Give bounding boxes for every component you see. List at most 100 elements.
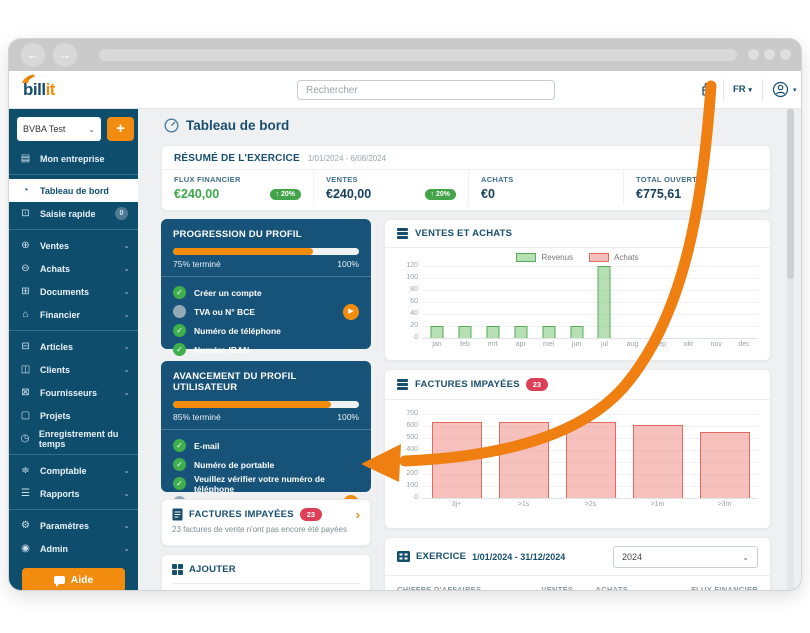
unpaid-subtitle: 23 factures de vente n'ont pas encore ét… bbox=[172, 525, 360, 534]
x-axis-tick: okt bbox=[674, 341, 702, 348]
bar->3m bbox=[700, 432, 750, 498]
sidebar-item-admin[interactable]: ◉Admin⌄ bbox=[9, 537, 138, 560]
sidebar-divider bbox=[9, 454, 138, 455]
sidebar-item-rapports[interactable]: ☰ Rapports ⌄ bbox=[9, 482, 138, 505]
sidebar-item-financier[interactable]: ⌂Financier⌄ bbox=[9, 303, 138, 326]
x-axis-tick: >1s bbox=[490, 501, 557, 508]
unpaid-invoices-card[interactable]: FACTURES IMPAYÉES 23 › 23 factures de ve… bbox=[161, 499, 371, 546]
gridline bbox=[423, 314, 758, 315]
profile-icon[interactable] bbox=[772, 81, 789, 98]
sidebar-item-projets[interactable]: ▢ Projets bbox=[9, 404, 138, 427]
sidebar-item-label: Saisie rapide bbox=[40, 209, 96, 219]
chevron-down-icon: ⌄ bbox=[88, 125, 95, 134]
add-invoice-item[interactable]: Facture › bbox=[172, 584, 360, 591]
x-axis-tick: 3j+ bbox=[423, 501, 490, 508]
exercice-table-header: CHIFFRE D'AFFAIRES VENTES ACHATS FLUX FI… bbox=[385, 576, 770, 591]
help-button[interactable]: Aide bbox=[22, 568, 125, 591]
scrollbar[interactable] bbox=[787, 109, 794, 591]
sidebar-item-comptable[interactable]: ≑Comptable⌄ bbox=[9, 459, 138, 482]
sidebar-item-ventes[interactable]: ⊕Ventes⌄ bbox=[9, 234, 138, 257]
sidebar-item-label: Projets bbox=[40, 411, 71, 421]
metric-value: €0 bbox=[481, 187, 495, 201]
chevron-down-icon: ⌄ bbox=[123, 521, 130, 530]
sidebar-item-saisie-rapide[interactable]: ⊡Saisie rapide0 bbox=[9, 202, 138, 225]
x-axis-tick: sep bbox=[646, 341, 674, 348]
bar-chart-plot: 020406080100120 bbox=[423, 266, 758, 338]
metric-achats: ACHATS€0 bbox=[468, 170, 623, 205]
check-icon: ✓ bbox=[173, 324, 186, 337]
chevron-down-icon: ⌄ bbox=[123, 388, 130, 397]
summary-title: RÉSUMÉ DE L'EXERCICE bbox=[174, 153, 300, 164]
y-axis-tick: 80 bbox=[393, 286, 418, 293]
language-selector[interactable]: FR ▾ bbox=[733, 84, 752, 95]
sidebar-divider bbox=[9, 174, 138, 175]
company-select[interactable]: BVBA Test⌄ bbox=[17, 117, 101, 141]
sidebar-item-documents[interactable]: ⊞Documents⌄ bbox=[9, 280, 138, 303]
back-button[interactable]: ← bbox=[21, 43, 45, 67]
gridline bbox=[423, 338, 758, 339]
sidebar-item-tableau-de-bord[interactable]: ◔Tableau de bord bbox=[9, 179, 138, 202]
check-icon: ✓ bbox=[173, 343, 186, 356]
forward-button[interactable]: → bbox=[53, 43, 77, 67]
sidebar-item-achats[interactable]: ⊖Achats⌄ bbox=[9, 257, 138, 280]
chat-bubble-icon bbox=[54, 576, 65, 584]
accountant-icon: ≑ bbox=[19, 465, 32, 476]
y-axis-tick: 120 bbox=[393, 262, 418, 269]
progress-percent: 75% terminé bbox=[173, 259, 221, 269]
x-axis-tick: jul bbox=[591, 341, 619, 348]
chevron-down-icon: ⌄ bbox=[123, 466, 130, 475]
bar-chart-plot: 0100200300400500600700 bbox=[423, 414, 758, 498]
chart-title: VENTES ET ACHATS bbox=[415, 228, 512, 239]
progress-max: 100% bbox=[337, 412, 359, 422]
sidebar-divider bbox=[9, 229, 138, 230]
suppliers-icon: ⊠ bbox=[19, 387, 32, 398]
trend-badge: ↑ 20% bbox=[270, 189, 301, 200]
sidebar-item-label: Rapports bbox=[40, 489, 80, 499]
metric-label: FLUX FINANCIER bbox=[174, 175, 301, 184]
sales-purchases-chart-card: VENTES ET ACHATS RevenusAchats 020406080… bbox=[384, 219, 771, 361]
chevron-right-icon[interactable]: › bbox=[356, 510, 360, 520]
x-axis-labels: janfebmrtaprmeijunjulaugsepoktnovdec bbox=[423, 341, 758, 348]
checklist-label: Numéro de téléphone bbox=[194, 326, 281, 336]
billit-logo[interactable]: billit bbox=[23, 80, 55, 100]
metric-total-ouvert: TOTAL OUVERT€775,61 bbox=[623, 170, 770, 205]
gridline bbox=[423, 326, 758, 327]
metric-value: €240,00 bbox=[174, 187, 219, 201]
year-select[interactable]: 2024 ⌄ bbox=[613, 546, 758, 568]
legend-swatch bbox=[516, 253, 536, 262]
play-button[interactable]: ▶ bbox=[343, 304, 359, 320]
unpaid-invoices-chart-card: FACTURES IMPAYÉES 23 0100200300400500600… bbox=[384, 369, 771, 529]
sidebar-item-parametres[interactable]: ⚙Paramètres⌄ bbox=[9, 514, 138, 537]
sidebar-item-articles[interactable]: ⊟Articles⌄ bbox=[9, 335, 138, 358]
search-input[interactable] bbox=[297, 80, 555, 100]
sidebar-item-clients[interactable]: ◫Clients⌄ bbox=[9, 358, 138, 381]
dashboard-gauge-icon bbox=[164, 118, 179, 133]
scrollbar-thumb[interactable] bbox=[787, 109, 794, 279]
address-bar[interactable] bbox=[99, 49, 737, 61]
sidebar-item-fournisseurs[interactable]: ⊠Fournisseurs⌄ bbox=[9, 381, 138, 404]
add-company-button[interactable]: + bbox=[107, 117, 134, 141]
user-progress-card: AVANCEMENT DU PROFIL UTILISATEUR 85% ter… bbox=[161, 361, 371, 492]
card-title: AJOUTER bbox=[189, 564, 236, 575]
camera-icon: ⊡ bbox=[19, 208, 32, 219]
bar-jan bbox=[430, 326, 443, 338]
profile-progress-card: PROGRESSION DU PROFIL 75% terminé 100% ✓… bbox=[161, 219, 371, 349]
exercice-period: 1/01/2024 - 31/12/2024 bbox=[472, 552, 565, 562]
check-icon: ✓ bbox=[173, 439, 186, 452]
sidebar-item-enregistrement-du-temps[interactable]: ◷Enregistrement du temps bbox=[9, 427, 138, 450]
gridline bbox=[423, 302, 758, 303]
sidebar-item-mon-entreprise[interactable]: ▤Mon entreprise bbox=[9, 147, 138, 170]
checklist-label: Numéro IBAN bbox=[194, 345, 249, 355]
projects-icon: ▢ bbox=[19, 410, 32, 421]
sidebar-item-label: Tableau de bord bbox=[40, 186, 109, 196]
unpaid-count-badge: 23 bbox=[526, 378, 548, 391]
x-axis-tick: >2s bbox=[557, 501, 624, 508]
gift-icon[interactable] bbox=[701, 81, 717, 97]
checklist-item: ✓ Numéro IBAN bbox=[173, 340, 359, 359]
x-axis-labels: 3j+>1s>2s>1m>3m bbox=[423, 501, 758, 508]
reports-icon: ☰ bbox=[19, 488, 32, 499]
x-axis-tick: aug bbox=[618, 341, 646, 348]
sidebar-item-label: Financier bbox=[40, 310, 80, 320]
layers-icon bbox=[397, 379, 409, 390]
chevron-down-icon: ⌄ bbox=[123, 489, 130, 498]
